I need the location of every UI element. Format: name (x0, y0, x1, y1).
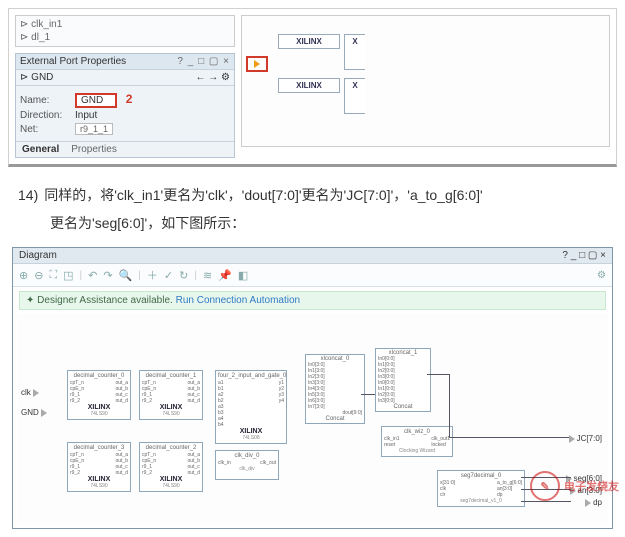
xilinx-block[interactable]: XILINX (278, 34, 340, 49)
top-mini-diagram: XILINX XILINX X X (241, 15, 610, 147)
panel-title: External Port Properties (20, 56, 126, 67)
window-controls[interactable]: ? _ □ ▢ × (177, 56, 230, 67)
block-xlconcat-1[interactable]: xlconcat_1 In0[0:0] In1[0:0] In2[0:0] In… (375, 348, 431, 412)
callout-badge-2: 2 (126, 92, 133, 106)
top-left-panel: ⊳ clk_in1 ⊳ dl_1 External Port Propertie… (15, 15, 235, 158)
xilinx-block-partial: X (344, 34, 365, 70)
step-number: 14) (18, 187, 38, 203)
nav-arrows[interactable]: ← → ⚙ (195, 72, 230, 83)
tab-properties[interactable]: Properties (65, 142, 123, 157)
run-connection-automation-link[interactable]: Run Connection Automation (176, 295, 301, 306)
direction-value: Input (75, 110, 230, 121)
watermark: ✎ 电子发烧友 (530, 471, 619, 501)
port-gnd[interactable]: GND (21, 408, 47, 417)
pin-icon[interactable]: 📌 (218, 269, 232, 282)
tab-general[interactable]: General (16, 142, 65, 157)
diagram-toolbar: ⊕ ⊖ ⛶ ◳ | ↶ ↷ 🔍 | ＋ ✓ ↻ | ≋ 📌 ◧ ⚙ (13, 264, 612, 287)
name-field[interactable]: GND (75, 93, 117, 108)
block-clk-div[interactable]: clk_div_0 clk_inclk_out clk_div (215, 450, 279, 480)
block-clk-wiz[interactable]: clk_wiz_0 clk_in1resetclk_out1locked Clo… (381, 426, 453, 457)
diagram-canvas[interactable]: clk GND decimal_counter_0 cpT_ncpE_nr9_1… (17, 314, 608, 524)
top-section: ⊳ clk_in1 ⊳ dl_1 External Port Propertie… (8, 8, 617, 167)
block-decimal-counter-1[interactable]: decimal_counter_1 cpT_ncpE_nr9_1r9_2out_… (139, 370, 203, 420)
diagram-title: Diagram (19, 250, 57, 261)
diagram-panel: Diagram ? _ □ ▢ × ⊕ ⊖ ⛶ ◳ | ↶ ↷ 🔍 | ＋ ✓ … (12, 247, 613, 529)
zoom-in-icon[interactable]: ⊕ (19, 269, 28, 282)
block-xlconcat-0[interactable]: xlconcat_0 In0[3:0] In1[3:0] In2[3:0] In… (305, 354, 365, 424)
expand-icon[interactable]: ◧ (238, 269, 248, 282)
selected-port-icon[interactable] (246, 56, 268, 72)
step-14-text: 14)同样的，将'clk_in1'更名为'clk'，'dout[7:0]'更名为… (18, 181, 607, 237)
route-icon[interactable]: ≋ (203, 269, 212, 282)
add-ip-icon[interactable]: ＋ (147, 267, 158, 283)
signal-item[interactable]: ⊳ dl_1 (20, 31, 230, 44)
gear-icon[interactable]: ⚙ (597, 270, 606, 281)
window-controls[interactable]: ? _ □ ▢ × (562, 250, 606, 261)
fit-icon[interactable]: ⛶ (49, 269, 57, 282)
port-indicator: ⊳ GND (20, 72, 53, 83)
zoom-area-icon[interactable]: ◳ (63, 269, 73, 282)
validate-icon[interactable]: ✓ (164, 269, 173, 282)
port-clk[interactable]: clk (21, 388, 39, 397)
block-and-gate[interactable]: four_2_input_and_gate_0 a1b1a2b2a3b3a4b4… (215, 370, 287, 444)
signal-item[interactable]: ⊳ clk_in1 (20, 18, 230, 31)
net-label: Net: (20, 124, 75, 135)
search-icon[interactable]: 🔍 (119, 269, 133, 282)
designer-assistance-bar: ✦ Designer Assistance available. Run Con… (19, 291, 606, 310)
name-label: Name: (20, 95, 75, 106)
signal-list: ⊳ clk_in1 ⊳ dl_1 (15, 15, 235, 47)
net-value[interactable]: r9_1_1 (75, 123, 113, 135)
undo-icon[interactable]: ↶ (88, 269, 97, 282)
external-port-properties-panel: External Port Properties ? _ □ ▢ × ⊳ GND… (15, 53, 235, 158)
block-decimal-counter-0[interactable]: decimal_counter_0 cpT_ncpE_nr9_1r9_2out_… (67, 370, 131, 420)
direction-label: Direction: (20, 110, 75, 121)
block-decimal-counter-2[interactable]: decimal_counter_2 cpT_ncpE_nr9_1r9_2out_… (139, 442, 203, 492)
zoom-out-icon[interactable]: ⊖ (34, 269, 43, 282)
watermark-text: 电子发烧友 (564, 478, 619, 494)
redo-icon[interactable]: ↷ (103, 269, 112, 282)
block-seg7decimal[interactable]: seg7decimal_0 x[31:0]clkclr a_to_g[6:0]a… (437, 470, 525, 507)
block-decimal-counter-3[interactable]: decimal_counter_3 cpT_ncpE_nr9_1r9_2out_… (67, 442, 131, 492)
xilinx-block-partial: X (344, 78, 365, 114)
watermark-logo-icon: ✎ (530, 471, 560, 501)
regenerate-icon[interactable]: ↻ (179, 269, 188, 282)
xilinx-block[interactable]: XILINX (278, 78, 340, 93)
port-jc[interactable]: JC[7:0] (569, 434, 602, 443)
